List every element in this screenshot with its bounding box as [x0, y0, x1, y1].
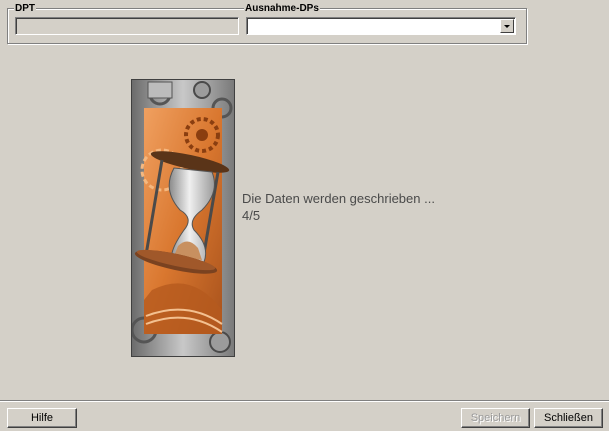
save-button[interactable]: Speichern	[461, 408, 530, 428]
hourglass-gears-icon	[132, 80, 234, 356]
chevron-down-icon[interactable]	[500, 19, 514, 33]
dp-groupbox: DPT Ausnahme-DPs	[7, 3, 527, 44]
dpt-field[interactable]	[15, 17, 239, 35]
status-area: Die Daten werden geschrieben ... 4/5	[242, 190, 435, 224]
hourglass-image	[131, 79, 235, 357]
close-button[interactable]: Schließen	[534, 408, 603, 428]
status-message: Die Daten werden geschrieben ...	[242, 191, 435, 206]
button-bar: Hilfe Speichern Schließen	[0, 400, 609, 431]
status-progress: 4/5	[242, 208, 261, 223]
ausnahme-dps-label: Ausnahme-DPs	[244, 3, 320, 14]
dpt-label: DPT	[14, 3, 36, 14]
ausnahme-dps-dropdown[interactable]	[246, 17, 516, 35]
dialog-window: DPT Ausnahme-DPs Die Daten werden geschr…	[0, 0, 609, 431]
help-button[interactable]: Hilfe	[7, 408, 77, 428]
